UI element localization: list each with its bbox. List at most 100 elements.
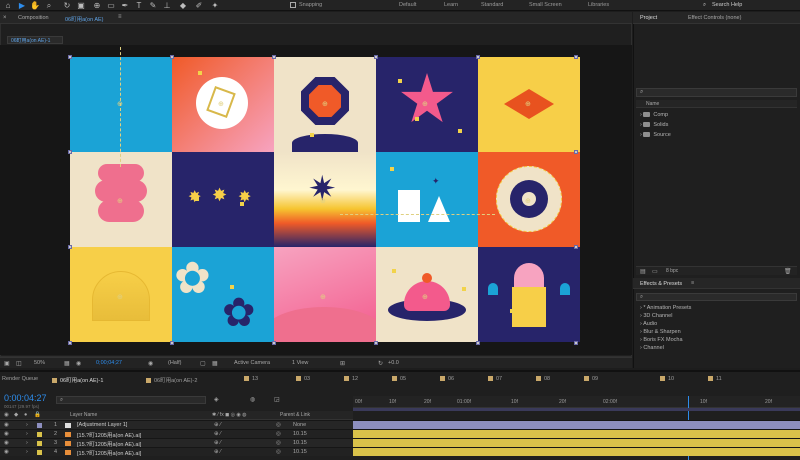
selection-handle[interactable] [574, 150, 578, 154]
timeline-timecode[interactable]: 0:00:04:27 [4, 393, 47, 403]
visibility-column-icon[interactable]: ◉ [4, 412, 9, 418]
tab-comp-12[interactable]: 12 [344, 376, 358, 382]
toggle-mask-icon[interactable]: ◫ [16, 360, 22, 367]
effect-category-item[interactable]: › Boris FX Mocha [640, 337, 683, 343]
tab-comp-07[interactable]: 07 [488, 376, 502, 382]
eye-icon[interactable]: ◉ [4, 422, 9, 428]
workspace-learn[interactable]: Learn [444, 2, 458, 8]
composition-tab-name[interactable]: 06町用a(on AE) [65, 15, 104, 23]
tab-comp-11[interactable]: 11 [708, 376, 722, 382]
tab-effect-controls[interactable]: Effect Controls (none) [688, 15, 741, 21]
tab-project[interactable]: Project [640, 15, 657, 21]
workspace-libraries[interactable]: Libraries [588, 2, 609, 8]
effect-category-item[interactable]: › Blur & Sharpen [640, 329, 681, 335]
layer-duration-bar[interactable] [353, 430, 800, 438]
parent-pickwhip-icon[interactable]: ◎ [276, 422, 281, 428]
expand-arrow-icon[interactable]: › [26, 449, 28, 455]
parent-pickwhip-icon[interactable]: ◎ [276, 440, 281, 446]
search-help-field[interactable]: Search Help [712, 2, 742, 8]
work-area-bar[interactable] [353, 408, 800, 411]
time-ruler[interactable] [353, 396, 800, 408]
selection-handle[interactable] [374, 55, 378, 59]
parent-pickwhip-icon[interactable]: ◎ [276, 449, 281, 455]
label-color-swatch[interactable] [37, 441, 42, 446]
project-search-input[interactable]: ⌕ [636, 88, 797, 97]
effects-search-input[interactable]: ⌕ [636, 293, 797, 301]
anchor-point-icon[interactable]: ⊕ [525, 100, 531, 108]
layer-switches-icon[interactable]: ⊕ ⁄ [214, 431, 221, 437]
tab-comp-03[interactable]: 03 [296, 376, 310, 382]
type-tool-icon[interactable]: T [134, 1, 144, 10]
tab-comp-1[interactable]: 06町用a(on AE)-1 [52, 376, 103, 384]
selection-handle[interactable] [272, 55, 276, 59]
pen-tool-icon[interactable]: ✒ [120, 1, 130, 10]
tab-comp-10[interactable]: 10 [660, 376, 674, 382]
resolution-dropdown[interactable]: (Half) [168, 360, 181, 366]
layer-row[interactable]: ◉ › 3 [15.?町1205用a(on AE).ai] ⊕ ⁄ ◎ 10.1… [0, 438, 800, 448]
tab-comp-2[interactable]: 06町用a(on AE)-2 [146, 376, 197, 384]
project-item-comp[interactable]: › Comp [640, 112, 668, 118]
delete-icon[interactable]: 🗑 [784, 268, 792, 275]
effect-category-item[interactable]: › 3D Channel [640, 313, 672, 319]
lock-column-icon[interactable]: 🔒 [34, 412, 41, 418]
toggle-pixel-aspect-icon[interactable]: ⊞ [340, 360, 345, 367]
anchor-point-icon[interactable]: ⊕ [320, 293, 326, 301]
new-folder-icon[interactable]: ▭ [652, 268, 658, 275]
snapping-checkbox[interactable] [290, 2, 296, 8]
label-color-swatch[interactable] [37, 450, 42, 455]
composition-canvas[interactable]: ✸ ✸ ✸ ✷ ✦ ✿ ✿ [68, 47, 580, 345]
expand-arrow-icon[interactable]: › [26, 422, 28, 428]
effects-presets-title[interactable]: Effects & Presets [640, 281, 682, 287]
solo-column-icon[interactable]: ● [24, 412, 27, 418]
effect-category-item[interactable]: › * Animation Presets [640, 305, 691, 311]
tab-comp-05[interactable]: 05 [392, 376, 406, 382]
transparency-grid-icon[interactable]: ▦ [212, 360, 218, 367]
tab-comp-06[interactable]: 06 [440, 376, 454, 382]
snapshot-icon[interactable]: ◉ [76, 360, 81, 367]
bpc-toggle[interactable]: 8 bpc [666, 268, 678, 274]
current-time-display[interactable]: 0;00;04;27 [96, 360, 122, 366]
motion-blur-icon[interactable]: ◍ [250, 396, 255, 403]
selection-handle[interactable] [68, 150, 72, 154]
project-item-source[interactable]: › Source [640, 132, 671, 138]
eye-icon[interactable]: ◉ [4, 440, 9, 446]
selection-handle[interactable] [476, 341, 480, 345]
layer-name-header[interactable]: Layer Name [70, 412, 97, 418]
effect-category-item[interactable]: › Channel [640, 345, 664, 351]
label-color-swatch[interactable] [37, 423, 42, 428]
anchor-point-icon[interactable]: ⊕ [117, 293, 123, 301]
zoom-dropdown[interactable]: 50% [34, 360, 45, 366]
selection-handle[interactable] [476, 55, 480, 59]
anchor-point-icon[interactable]: ⊕ [422, 293, 428, 301]
layer-duration-bar[interactable] [353, 448, 800, 456]
menu-icon[interactable]: ≡ [691, 280, 694, 286]
roto-tool-icon[interactable]: ✐ [194, 1, 204, 10]
column-name-header[interactable]: Name [646, 101, 659, 107]
composition-tab-label[interactable]: Composition [18, 15, 49, 21]
layer-row[interactable]: ◉ › 2 [15.?町1205用a(on AE).ai] ⊕ ⁄ ◎ 10.1… [0, 429, 800, 439]
camera-tool-icon[interactable]: ▣ [76, 1, 86, 10]
selection-handle[interactable] [170, 55, 174, 59]
rotate-tool-icon[interactable]: ↻ [62, 1, 72, 10]
parent-dropdown[interactable]: 10.15 [293, 440, 307, 446]
tab-comp-13[interactable]: 13 [244, 376, 258, 382]
selection-handle[interactable] [170, 341, 174, 345]
selection-handle[interactable] [574, 341, 578, 345]
anchor-point-icon[interactable]: ⊕ [218, 100, 224, 108]
menu-icon[interactable]: ≡ [118, 14, 122, 20]
layer-switches-icon[interactable]: ⊕ ⁄ [214, 422, 221, 428]
exposure-reset-icon[interactable]: ↻ [378, 360, 383, 367]
layer-switches-icon[interactable]: ⊕ ⁄ [214, 449, 221, 455]
selection-handle[interactable] [574, 55, 578, 59]
expand-arrow-icon[interactable]: › [26, 440, 28, 446]
grid-icon[interactable]: ▦ [64, 360, 70, 367]
layer-name[interactable]: [Adjustment Layer 1] [77, 422, 127, 428]
eye-icon[interactable]: ◉ [4, 449, 9, 455]
active-camera-dropdown[interactable]: Active Camera [234, 360, 270, 366]
graph-editor-icon[interactable]: ◲ [274, 396, 280, 403]
audio-column-icon[interactable]: ◆ [14, 412, 18, 418]
selection-handle[interactable] [68, 341, 72, 345]
anchor-point-icon[interactable]: ⊕ [422, 100, 428, 108]
draft-3d-icon[interactable]: ◈ [214, 396, 219, 403]
workspace-small-screen[interactable]: Small Screen [529, 2, 562, 8]
